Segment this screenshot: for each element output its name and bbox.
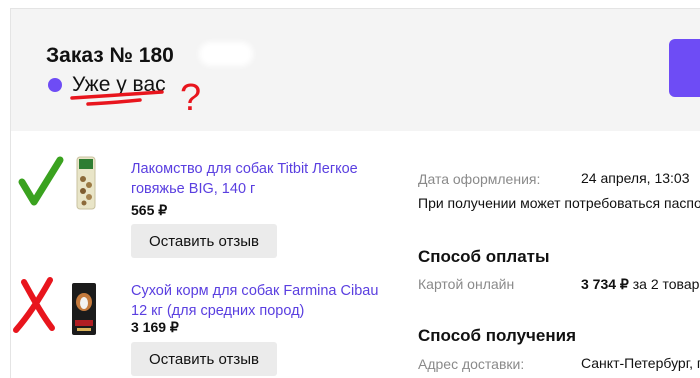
order-date-label: Дата оформления: — [418, 171, 541, 187]
product-price: 565 ₽ — [131, 202, 168, 218]
order-card: Заказ № 180 Уже у вас Лакомство для соба… — [10, 8, 700, 378]
product-thumbnail-dog-food[interactable] — [71, 282, 97, 336]
payment-items-count: за 2 товара — [632, 276, 700, 292]
leave-review-button[interactable]: Оставить отзыв — [131, 342, 277, 376]
passport-note: При получении может потребоваться паспо — [418, 195, 700, 211]
product-price: 3 169 ₽ — [131, 319, 179, 335]
payment-method-label: Картой онлайн — [418, 276, 515, 292]
payment-amount: 3 734 ₽ — [581, 276, 629, 292]
order-status: Уже у вас — [48, 73, 166, 97]
status-dot-icon — [48, 78, 62, 92]
leave-review-button[interactable]: Оставить отзыв — [131, 224, 277, 258]
redaction-blur — [199, 42, 253, 66]
order-header: Заказ № 180 Уже у вас — [11, 9, 700, 131]
product-title-link[interactable]: Лакомство для собак Titbit Легкое говяжь… — [131, 159, 396, 199]
delivery-method-heading: Способ получения — [418, 326, 576, 345]
delivery-address-value: Санкт-Петербург, г — [581, 355, 700, 371]
payment-method-heading: Способ оплаты — [418, 247, 550, 266]
payment-total: 3 734 ₽ за 2 товара — [581, 276, 700, 293]
order-title: Заказ № 180 — [46, 44, 174, 67]
product-thumbnail-treat[interactable] — [75, 155, 97, 211]
header-action-button[interactable] — [669, 39, 700, 97]
delivery-address-label: Адрес доставки: — [418, 356, 525, 372]
order-date-value: 24 апреля, 13:03 — [581, 170, 690, 186]
product-title-link[interactable]: Сухой корм для собак Farmina Cibau 12 кг… — [131, 281, 396, 321]
status-text: Уже у вас — [72, 73, 166, 96]
